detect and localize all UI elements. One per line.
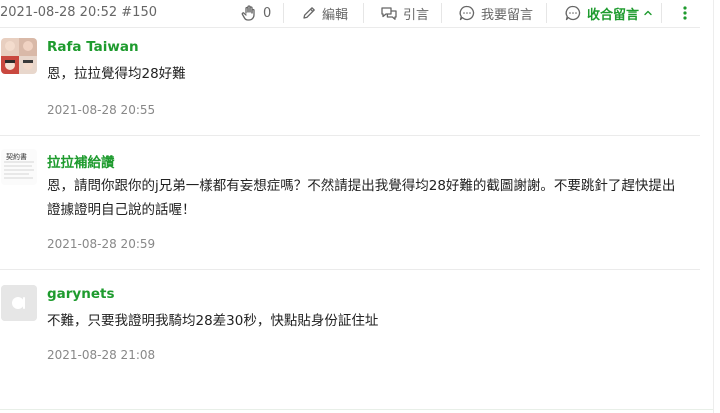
scroll-edge [713,0,720,413]
comment-timestamp: 2021-08-28 21:08 [47,348,156,362]
comment-content: 不難，只要我證明我騎均28差30秒，快點貼身份証住址 [47,313,379,329]
divider [0,409,713,410]
comment-item: garynets 不難，只要我證明我騎均28差30秒，快點貼身份証住址 2021… [0,0,700,400]
comment-username[interactable]: garynets [47,286,115,302]
avatar[interactable] [1,285,37,321]
